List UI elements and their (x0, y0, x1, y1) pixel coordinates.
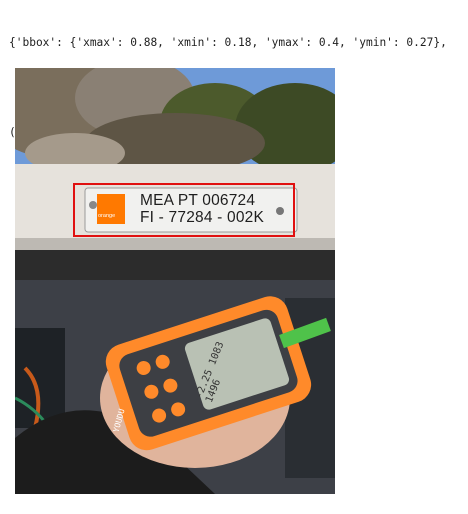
foliage (15, 68, 335, 173)
output-line-1: {'bbox': {'xmax': 0.88, 'xmin': 0.18, 'y… (9, 36, 447, 49)
output-image: orange MEA PT 006724 FI - 77284 - 002K -… (15, 68, 335, 494)
photo-scene (15, 68, 335, 494)
detection-bbox (73, 183, 295, 237)
